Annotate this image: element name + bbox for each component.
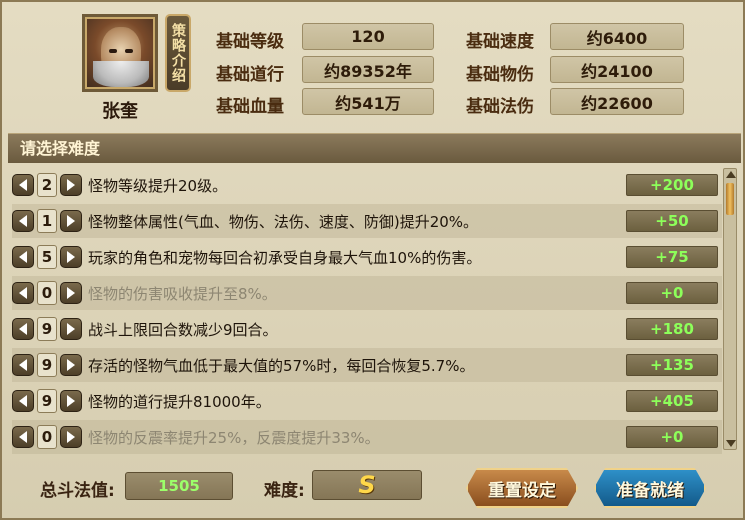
increase-button[interactable] [60, 318, 82, 340]
base-level-value: 120 [302, 23, 434, 50]
left-arrow-icon [19, 287, 27, 299]
decrease-button[interactable] [12, 246, 34, 268]
modifier-level: 1 [37, 209, 57, 233]
modifier-bonus: +180 [626, 318, 718, 340]
left-arrow-icon [19, 395, 27, 407]
scroll-thumb[interactable] [726, 183, 734, 215]
modifier-description: 怪物的伤害吸收提升至8%。 [88, 284, 277, 303]
modifier-row: 9 存活的怪物气血低于最大值的57%时，每回合恢复5.7%。 +135 [12, 348, 722, 382]
modifier-description: 怪物整体属性(气血、物伤、法伤、速度、防御)提升20%。 [88, 212, 479, 231]
base-phys-value: 约24100 [550, 56, 684, 83]
hero-beard [93, 61, 149, 87]
decrease-button[interactable] [12, 174, 34, 196]
increase-button[interactable] [60, 390, 82, 412]
difficulty-grade: S [312, 470, 422, 500]
reset-settings-button[interactable]: 重置设定 [466, 468, 578, 508]
left-eye [109, 49, 117, 53]
modifier-row: 5 玩家的角色和宠物每回合初承受自身最大气血10%的伤害。 +75 [12, 240, 722, 274]
modifier-description: 战斗上限回合数减少9回合。 [88, 320, 278, 339]
modifier-level: 0 [37, 281, 57, 305]
base-magic-value: 约22600 [550, 88, 684, 115]
modifier-description: 玩家的角色和宠物每回合初承受自身最大气血10%的伤害。 [88, 248, 482, 267]
total-score-value: 1505 [125, 472, 233, 500]
right-eye [125, 49, 133, 53]
decrease-button[interactable] [12, 210, 34, 232]
modifier-bonus: +75 [626, 246, 718, 268]
base-level-label: 基础等级 [216, 32, 284, 52]
modifier-description: 存活的怪物气血低于最大值的57%时，每回合恢复5.7%。 [88, 356, 475, 375]
scrollbar[interactable] [723, 168, 737, 450]
modifier-bonus: +135 [626, 354, 718, 376]
right-arrow-icon [67, 431, 75, 443]
increase-button[interactable] [60, 426, 82, 448]
modifier-level: 9 [37, 353, 57, 377]
decrease-button[interactable] [12, 390, 34, 412]
base-hp-value: 约541万 [302, 88, 434, 115]
left-arrow-icon [19, 431, 27, 443]
right-arrow-icon [67, 359, 75, 371]
base-phys-label: 基础物伤 [466, 65, 534, 85]
strategy-intro-button[interactable]: 策略介绍 [165, 14, 191, 92]
difficulty-section-title: 请选择难度 [8, 133, 741, 163]
left-arrow-icon [19, 251, 27, 263]
modifier-row: 1 怪物整体属性(气血、物伤、法伤、速度、防御)提升20%。 +50 [12, 204, 722, 238]
scroll-down-icon[interactable] [726, 440, 736, 447]
modifier-level: 5 [37, 245, 57, 269]
base-dao-label: 基础道行 [216, 65, 284, 85]
right-arrow-icon [67, 395, 75, 407]
modifier-description: 怪物的反震率提升25%，反震度提升33%。 [88, 428, 380, 447]
right-arrow-icon [67, 323, 75, 335]
modifier-level: 9 [37, 317, 57, 341]
right-arrow-icon [67, 179, 75, 191]
left-arrow-icon [19, 323, 27, 335]
base-dao-value: 约89352年 [302, 56, 434, 83]
decrease-button[interactable] [12, 354, 34, 376]
total-score-label: 总斗法值: [40, 481, 115, 501]
base-magic-label: 基础法伤 [466, 97, 534, 117]
decrease-button[interactable] [12, 282, 34, 304]
right-arrow-icon [67, 215, 75, 227]
difficulty-window: 策略介绍 张奎 基础等级 120 基础速度 约6400 基础道行 约89352年… [0, 0, 745, 520]
difficulty-label: 难度: [264, 481, 305, 501]
modifier-bonus: +0 [626, 282, 718, 304]
modifier-description: 怪物的道行提升81000年。 [88, 392, 271, 411]
ready-button[interactable]: 准备就绪 [594, 468, 706, 508]
modifier-bonus: +50 [626, 210, 718, 232]
decrease-button[interactable] [12, 318, 34, 340]
modifier-bonus: +200 [626, 174, 718, 196]
increase-button[interactable] [60, 282, 82, 304]
increase-button[interactable] [60, 210, 82, 232]
modifier-row: 2 怪物等级提升20级。 +200 [12, 168, 722, 202]
modifier-row: 0 怪物的伤害吸收提升至8%。 +0 [12, 276, 722, 310]
modifier-bonus: +0 [626, 426, 718, 448]
increase-button[interactable] [60, 174, 82, 196]
left-arrow-icon [19, 179, 27, 191]
modifier-row: 9 怪物的道行提升81000年。 +405 [12, 384, 722, 418]
increase-button[interactable] [60, 246, 82, 268]
modifier-bonus: +405 [626, 390, 718, 412]
left-arrow-icon [19, 215, 27, 227]
modifier-list: 2 怪物等级提升20级。 +200 1 怪物整体属性(气血、物伤、法伤、速度、防御)提升… [12, 168, 722, 454]
scroll-up-icon[interactable] [726, 171, 736, 178]
increase-button[interactable] [60, 354, 82, 376]
right-arrow-icon [67, 251, 75, 263]
modifier-level: 9 [37, 389, 57, 413]
base-speed-label: 基础速度 [466, 32, 534, 52]
right-arrow-icon [67, 287, 75, 299]
modifier-level: 2 [37, 173, 57, 197]
hero-name: 张奎 [102, 101, 138, 122]
hero-portrait [82, 14, 158, 92]
modifier-level: 0 [37, 425, 57, 449]
modifier-row: 0 怪物的反震率提升25%，反震度提升33%。 +0 [12, 420, 722, 454]
base-speed-value: 约6400 [550, 23, 684, 50]
modifier-row: 9 战斗上限回合数减少9回合。 +180 [12, 312, 722, 346]
modifier-description: 怪物等级提升20级。 [88, 176, 228, 195]
left-arrow-icon [19, 359, 27, 371]
base-hp-label: 基础血量 [216, 97, 284, 117]
decrease-button[interactable] [12, 426, 34, 448]
